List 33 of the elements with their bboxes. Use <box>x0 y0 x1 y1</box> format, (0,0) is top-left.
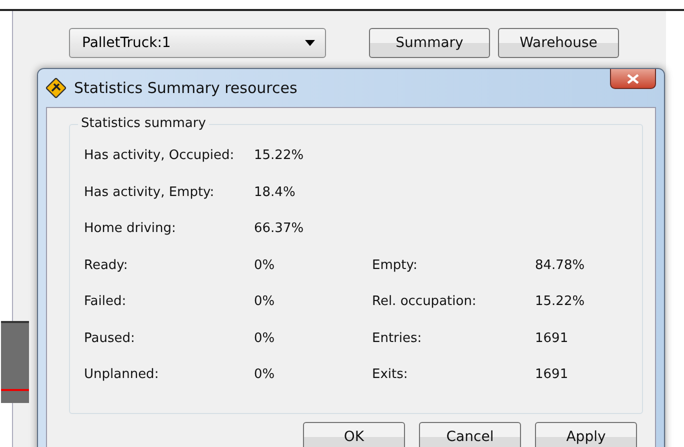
stat-label: Empty: <box>372 256 418 274</box>
stat-label: Rel. occupation: <box>372 293 478 311</box>
stat-value: 0% <box>254 366 276 384</box>
stat-label: Ready: <box>84 256 129 274</box>
stat-label: Exits: <box>372 366 409 384</box>
stat-label: Unplanned: <box>84 366 160 384</box>
dialog-button[interactable]: Cancel <box>419 422 521 447</box>
stat-value: 0% <box>254 256 276 274</box>
resource-dropdown[interactable]: PalletTruck:1 <box>69 28 326 58</box>
close-icon <box>627 74 639 84</box>
dialog-title: Statistics Summary resources <box>74 79 298 97</box>
stat-value: 0% <box>254 293 276 311</box>
close-button[interactable] <box>610 69 656 89</box>
stat-label: Home driving: <box>84 220 177 238</box>
stat-value: 84.78% <box>535 256 586 274</box>
stat-value: 66.37% <box>254 220 305 238</box>
stat-label: Failed: <box>84 293 128 311</box>
stat-label: Has activity, Empty: <box>84 184 216 202</box>
dialog-button[interactable]: OK <box>303 422 405 447</box>
stat-label: Entries: <box>372 330 423 348</box>
stat-value: 15.22% <box>254 147 305 165</box>
stat-value: 1691 <box>535 330 570 348</box>
stat-label: Has activity, Occupied: <box>84 147 236 165</box>
group-title: Statistics summary <box>78 116 209 131</box>
stat-value: 18.4% <box>254 184 296 202</box>
stat-value: 15.22% <box>535 293 586 311</box>
caret-icon <box>305 40 315 46</box>
stat-value: 0% <box>254 330 276 348</box>
stat-label: Paused: <box>84 330 136 348</box>
toolbar-button[interactable]: Summary <box>369 28 490 58</box>
stat-value: 1691 <box>535 366 570 384</box>
dialog-button[interactable]: Apply <box>535 422 637 447</box>
toolbar-button[interactable]: Warehouse <box>498 28 619 58</box>
